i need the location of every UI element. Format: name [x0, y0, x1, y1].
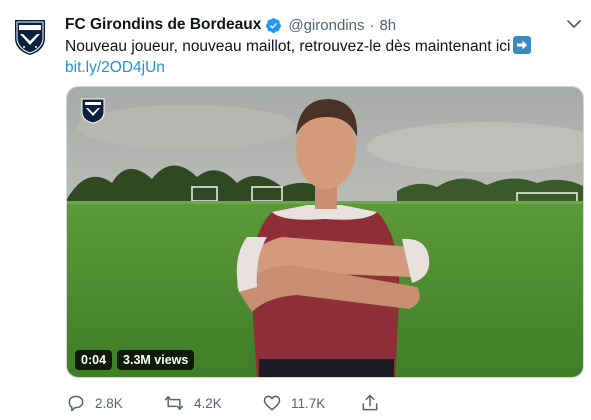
video-player[interactable]: 0:04 3.3M views: [66, 86, 584, 378]
separator-dot: ·: [369, 16, 375, 34]
chevron-down-icon[interactable]: [566, 18, 582, 30]
video-badges: 0:04 3.3M views: [75, 350, 195, 370]
video-views: 3.3M views: [117, 350, 195, 370]
share-button[interactable]: [360, 393, 380, 413]
retweet-icon: [164, 396, 184, 410]
author-name[interactable]: FC Girondins de Bordeaux: [65, 16, 261, 34]
like-icon: [263, 395, 281, 411]
retweet-count: 4.2K: [194, 395, 222, 411]
video-watermark-logo-icon: [81, 98, 105, 124]
club-avatar[interactable]: [13, 18, 47, 56]
verified-icon: [266, 17, 282, 33]
tweet-text: Nouveau joueur, nouveau maillot, retrouv…: [65, 36, 575, 78]
tweet-link[interactable]: bit.ly/2OD4jUn: [65, 57, 165, 78]
video-duration: 0:04: [75, 350, 113, 370]
reply-count: 2.8K: [95, 395, 123, 411]
like-count: 11.7K: [291, 395, 326, 411]
tweet-actions: 2.8K 4.2K 11.7K: [66, 393, 386, 413]
like-button[interactable]: 11.7K: [262, 393, 325, 413]
retweet-button[interactable]: 4.2K: [163, 393, 222, 413]
tweet-header: FC Girondins de Bordeaux @girondins · 8h: [65, 14, 396, 36]
girondins-logo-icon: [15, 20, 45, 55]
tweet-time[interactable]: 8h: [379, 17, 396, 34]
tweet[interactable]: FC Girondins de Bordeaux @girondins · 8h…: [0, 0, 591, 420]
share-icon: [362, 394, 378, 411]
video-frame: [67, 87, 583, 377]
reply-icon: [68, 395, 84, 412]
author-handle[interactable]: @girondins: [288, 17, 364, 34]
tweet-body: Nouveau joueur, nouveau maillot, retrouv…: [65, 38, 511, 55]
right-arrow-emoji-icon: [513, 36, 532, 54]
reply-button[interactable]: 2.8K: [66, 393, 123, 413]
